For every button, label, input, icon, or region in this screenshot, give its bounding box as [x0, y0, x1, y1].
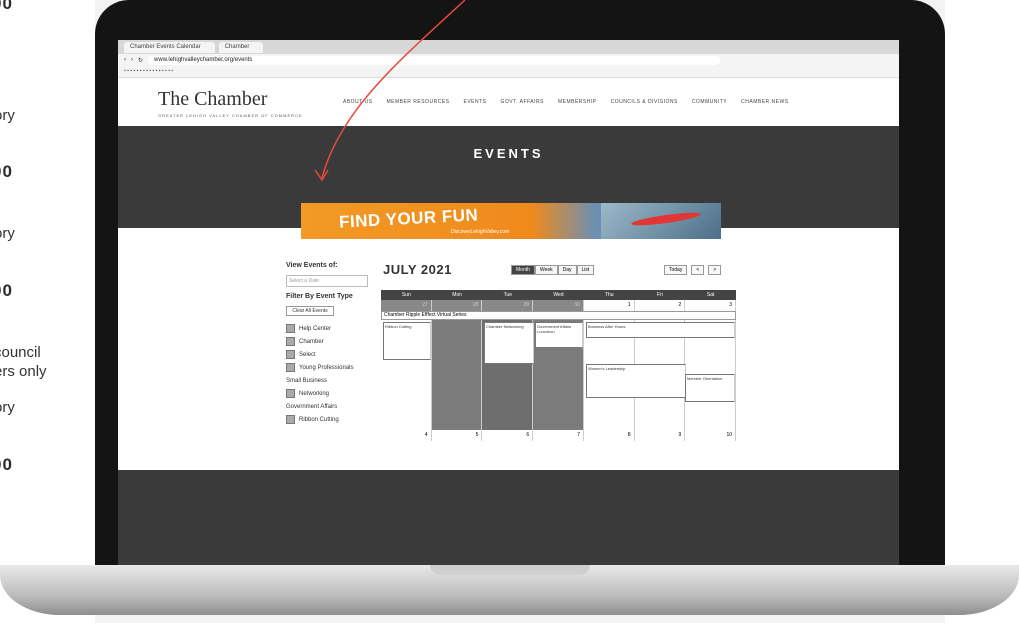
arrow-curve	[321, 0, 466, 179]
annotation-arrow	[314, 0, 466, 182]
arrow-head	[314, 169, 329, 182]
